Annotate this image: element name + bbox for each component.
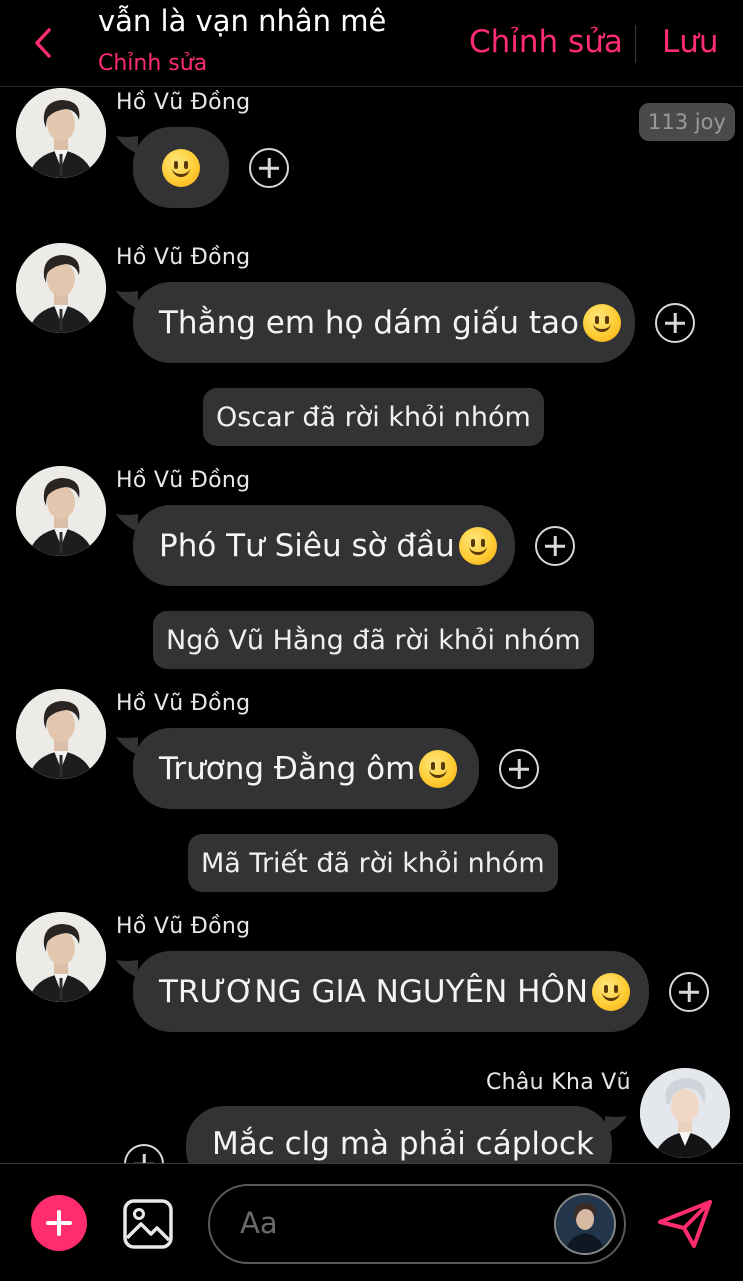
sender-name: Hồ Vũ Đồng xyxy=(116,245,251,270)
message-bubble[interactable]: TRƯƠNG GIA NGUYÊN HÔN xyxy=(133,951,649,1032)
message-bubble[interactable]: Thằng em họ dám giấu tao xyxy=(133,282,635,363)
avatar[interactable] xyxy=(554,1193,616,1255)
avatar[interactable] xyxy=(16,466,106,556)
message-text: Trương Đằng ôm xyxy=(159,750,416,787)
sender-name: Hồ Vũ Đồng xyxy=(116,914,251,939)
system-message: Ngô Vũ Hằng đã rời khỏi nhóm xyxy=(153,611,594,669)
plus-icon[interactable] xyxy=(31,1195,87,1251)
sender-name: Hồ Vũ Đồng xyxy=(116,90,251,115)
slight-smile-emoji-icon xyxy=(419,749,458,788)
add-reaction-button[interactable] xyxy=(535,526,575,566)
input-placeholder: Aa xyxy=(240,1206,278,1240)
slight-smile-emoji-icon xyxy=(162,148,200,187)
message-bubble[interactable]: Trương Đằng ôm xyxy=(133,728,479,809)
avatar[interactable] xyxy=(16,243,106,333)
system-message: Mã Triết đã rời khỏi nhóm xyxy=(188,834,558,892)
header-divider xyxy=(635,25,636,63)
avatar[interactable] xyxy=(16,88,106,178)
add-reaction-button[interactable] xyxy=(655,303,695,343)
joy-badge: 113 joy xyxy=(639,103,735,141)
sender-name: Hồ Vũ Đồng xyxy=(116,468,251,493)
system-message: Oscar đã rời khỏi nhóm xyxy=(203,388,544,446)
chevron-left-icon xyxy=(35,28,51,58)
edit-button[interactable]: Chỉnh sửa xyxy=(469,24,623,60)
slight-smile-emoji-icon xyxy=(582,303,621,342)
slight-smile-emoji-icon xyxy=(458,526,497,565)
add-reaction-button[interactable] xyxy=(669,972,709,1012)
sender-name: Hồ Vũ Đồng xyxy=(116,691,251,716)
chat-subtitle-edit[interactable]: Chỉnh sửa xyxy=(98,51,207,76)
chat-header: vẫn là vạn nhân mê Chỉnh sửa Chỉnh sửa L… xyxy=(0,0,743,87)
back-button[interactable] xyxy=(26,26,60,60)
chat-title[interactable]: vẫn là vạn nhân mê xyxy=(98,4,386,38)
avatar[interactable] xyxy=(16,689,106,779)
message-bubble[interactable]: Phó Tư Siêu sờ đầu xyxy=(133,505,515,586)
avatar[interactable] xyxy=(640,1068,730,1158)
sender-name: Châu Kha Vũ xyxy=(486,1070,631,1095)
add-reaction-button[interactable] xyxy=(499,749,539,789)
add-reaction-button[interactable] xyxy=(249,148,289,188)
message-bubble[interactable] xyxy=(133,127,229,208)
message-text: Mắc clg mà phải cáplock xyxy=(212,1126,594,1162)
message-text: Phó Tư Siêu sờ đầu xyxy=(159,527,455,564)
chat-screen: vẫn là vạn nhân mê Chỉnh sửa Chỉnh sửa L… xyxy=(0,0,743,1281)
save-button[interactable]: Lưu xyxy=(662,24,719,60)
message-text: TRƯƠNG GIA NGUYÊN HÔN xyxy=(159,973,589,1010)
avatar[interactable] xyxy=(16,912,106,1002)
image-icon[interactable] xyxy=(122,1198,174,1250)
send-icon[interactable] xyxy=(656,1198,714,1250)
message-text: Thằng em họ dám giấu tao xyxy=(159,304,579,341)
slight-smile-emoji-icon xyxy=(592,972,631,1011)
message-input[interactable]: Aa xyxy=(208,1184,626,1264)
message-composer: Aa xyxy=(0,1163,743,1281)
